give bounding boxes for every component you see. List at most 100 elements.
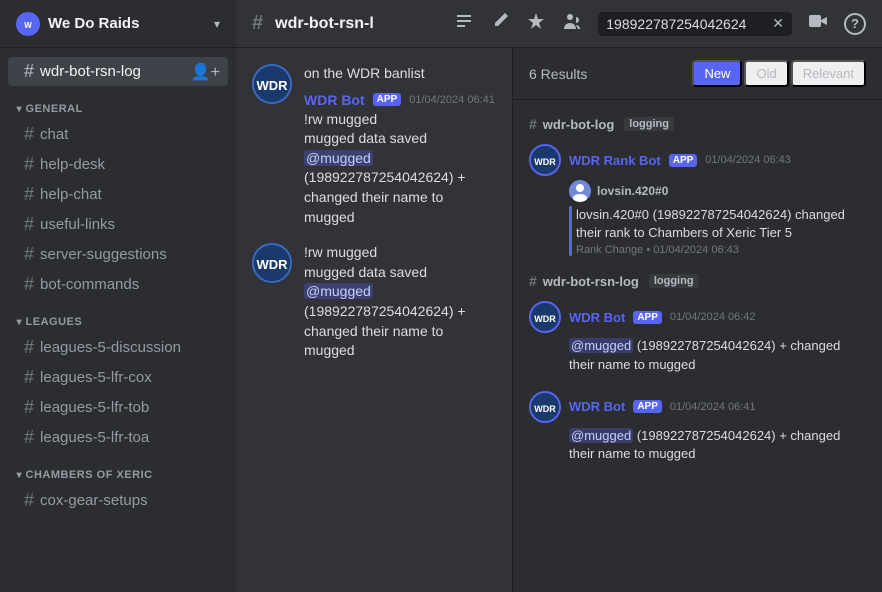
sidebar-item-leagues-5-lfr-cox[interactable]: # leagues-5-lfr-cox: [8, 363, 228, 392]
result-avatar: WDR: [529, 144, 561, 176]
message-group: WDR on the WDR banlist WDR Bot APP 01/04…: [252, 64, 496, 227]
main-area: # wdr-bot-rsn-l ✕ ?: [236, 0, 882, 592]
svg-text:WDR: WDR: [534, 157, 556, 167]
threads-icon[interactable]: [454, 11, 474, 36]
channel-label: cox-gear-setups: [40, 492, 148, 509]
result-avatar-2: WDR: [529, 301, 561, 333]
result-timestamp-3: 01/04/2024 06:41: [670, 401, 756, 413]
hash-icon: #: [24, 367, 34, 388]
category-general[interactable]: GENERAL: [0, 87, 236, 119]
hash-icon: #: [24, 427, 34, 448]
result-username-3: WDR Bot: [569, 399, 625, 414]
help-icon[interactable]: ?: [844, 13, 866, 35]
sub-avatar: [569, 180, 591, 202]
chevron-down-icon: ▾: [214, 17, 220, 31]
sidebar-item-server-suggestions[interactable]: # server-suggestions: [8, 240, 228, 269]
mention-id: (198922787254042624) + changed their nam…: [304, 303, 466, 358]
sidebar-item-leagues-5-lfr-tob[interactable]: # leagues-5-lfr-tob: [8, 393, 228, 422]
message-text-2: @mugged (198922787254042624) + changed t…: [304, 282, 496, 360]
embed-text: lovsin.420#0 (198922787254042624) change…: [576, 206, 866, 242]
sidebar: W We Do Raids ▾ # wdr-bot-rsn-log 👤+ GEN…: [0, 0, 236, 592]
category-cox[interactable]: CHAMBERS OF XERIC: [0, 453, 236, 485]
channel-label: leagues-5-lfr-cox: [40, 369, 152, 386]
sidebar-item-useful-links[interactable]: # useful-links: [8, 210, 228, 239]
result-text-3: @mugged (198922787254042624) + changed t…: [569, 427, 866, 463]
channel-list: # wdr-bot-rsn-log 👤+ GENERAL # chat # he…: [0, 48, 236, 592]
server-icon: W: [16, 12, 40, 36]
embed-footer: Rank Change • 01/04/2024 06:43: [576, 244, 866, 256]
filter-tab-relevant[interactable]: Relevant: [791, 60, 866, 87]
edit-icon[interactable]: [490, 11, 510, 36]
result-avatar-3: WDR: [529, 391, 561, 423]
hash-icon: #: [24, 214, 34, 235]
embed-content: lovsin.420#0 (198922787254042624) change…: [576, 206, 866, 256]
sub-name: lovsin.420#0: [597, 184, 668, 198]
message-content: on the WDR banlist WDR Bot APP 01/04/202…: [304, 64, 496, 227]
category-leagues[interactable]: LEAGUES: [0, 300, 236, 332]
result-username: WDR Rank Bot: [569, 153, 661, 168]
result-msg-header-2: WDR WDR Bot APP 01/04/2024 06:42: [529, 301, 866, 333]
channel-label: leagues-5-lfr-toa: [40, 429, 149, 446]
hash-icon: #: [529, 116, 537, 132]
search-bar[interactable]: ✕: [598, 12, 792, 36]
search-results: # wdr-bot-log logging WDR WDR Rank Bot A…: [513, 100, 882, 592]
members-icon[interactable]: [562, 11, 582, 36]
sidebar-item-help-chat[interactable]: # help-chat: [8, 180, 228, 209]
channel-header: # wdr-bot-rsn-l ✕ ?: [236, 0, 882, 48]
sidebar-item-leagues-5-discussion[interactable]: # leagues-5-discussion: [8, 333, 228, 362]
pin-icon[interactable]: [526, 11, 546, 36]
hash-icon: #: [529, 273, 537, 289]
channel-label: chat: [40, 126, 68, 143]
hash-icon: #: [24, 61, 34, 82]
sub-user: lovsin.420#0: [569, 180, 866, 202]
timestamp: 01/04/2024 06:41: [409, 94, 495, 106]
search-panel-header: 6 Results New Old Relevant: [513, 48, 882, 100]
result-username-2: WDR Bot: [569, 310, 625, 325]
result-msg-header: WDR WDR Rank Bot APP 01/04/2024 06:43: [529, 144, 866, 176]
svg-text:WDR: WDR: [256, 257, 288, 272]
filter-tab-new[interactable]: New: [692, 60, 742, 87]
hash-icon: #: [24, 397, 34, 418]
search-clear-icon[interactable]: ✕: [772, 15, 784, 32]
app-badge: APP: [373, 93, 402, 106]
result-timestamp-2: 01/04/2024 06:42: [670, 311, 756, 323]
message-header: WDR Bot APP 01/04/2024 06:41: [304, 92, 496, 108]
sidebar-item-cox-gear-setups[interactable]: # cox-gear-setups: [8, 486, 228, 515]
mention-id: (198922787254042624) + changed their nam…: [304, 169, 466, 224]
message-text: @mugged (198922787254042624) + changed t…: [304, 149, 496, 227]
channel-label: server-suggestions: [40, 246, 167, 263]
avatar: WDR: [252, 64, 292, 104]
message-text: !rw muggedmugged data saved: [304, 243, 496, 282]
filter-tab-old[interactable]: Old: [744, 60, 788, 87]
add-member-icon[interactable]: 👤+: [191, 62, 220, 82]
avatar: WDR: [252, 243, 292, 283]
result-message-1[interactable]: WDR WDR Rank Bot APP 01/04/2024 06:43 lo…: [513, 136, 882, 265]
result-message-2[interactable]: WDR WDR Bot APP 01/04/2024 06:42 @mugged…: [513, 293, 882, 382]
app-badge: APP: [669, 154, 698, 167]
search-input[interactable]: [606, 16, 766, 32]
sidebar-item-leagues-5-lfr-toa[interactable]: # leagues-5-lfr-toa: [8, 423, 228, 452]
channel-tag: logging: [649, 274, 699, 288]
result-message-3[interactable]: WDR WDR Bot APP 01/04/2024 06:41 @mugged…: [513, 383, 882, 472]
channel-tag: logging: [624, 117, 674, 131]
channel-header-name: wdr-bot-rsn-l: [275, 15, 374, 33]
sidebar-item-chat[interactable]: # chat: [8, 120, 228, 149]
channel-label: leagues-5-lfr-tob: [40, 399, 149, 416]
hash-icon: #: [24, 244, 34, 265]
server-header[interactable]: W We Do Raids ▾: [0, 0, 236, 48]
channel-label: leagues-5-discussion: [40, 339, 181, 356]
mention: @mugged: [569, 428, 633, 443]
current-channel-item[interactable]: # wdr-bot-rsn-log 👤+: [8, 57, 228, 86]
svg-text:W: W: [24, 21, 32, 30]
message-text: on the WDR banlist: [304, 64, 496, 84]
hash-icon: #: [24, 490, 34, 511]
hash-icon: #: [24, 184, 34, 205]
channel-label: bot-commands: [40, 276, 139, 293]
hash-icon: #: [24, 154, 34, 175]
message-group-2: WDR !rw muggedmugged data saved @mugged …: [252, 243, 496, 361]
svg-text:WDR: WDR: [534, 314, 556, 324]
video-icon[interactable]: [808, 11, 828, 36]
sidebar-item-bot-commands[interactable]: # bot-commands: [8, 270, 228, 299]
filter-tabs: New Old Relevant: [692, 60, 866, 87]
sidebar-item-help-desk[interactable]: # help-desk: [8, 150, 228, 179]
